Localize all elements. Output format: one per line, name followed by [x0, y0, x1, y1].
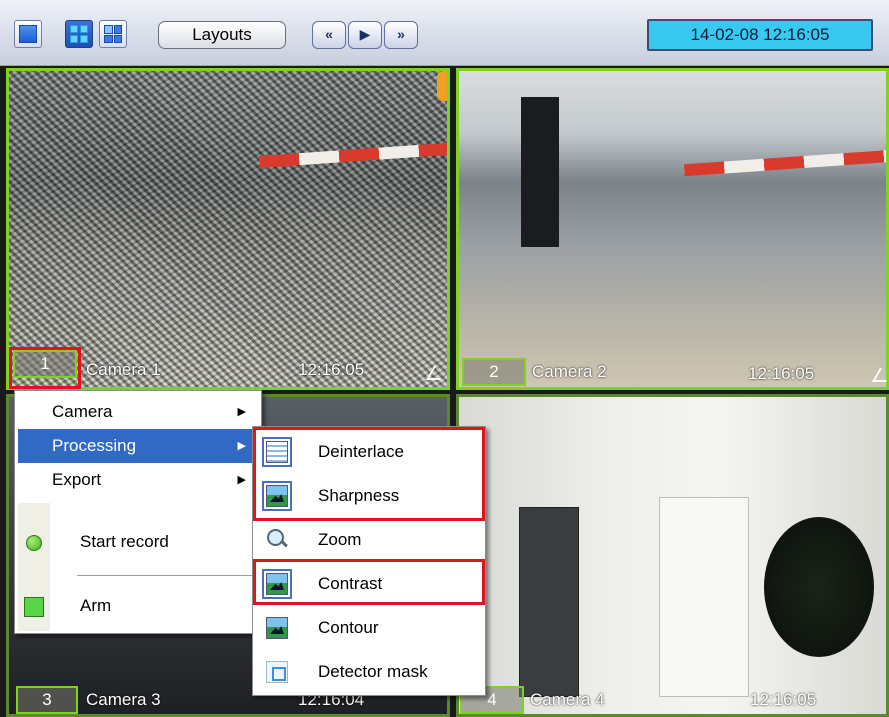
camera-2-time: 12:16:05 [748, 364, 815, 383]
plant [764, 517, 874, 657]
menu-item-zoom[interactable]: Zoom [256, 518, 482, 562]
single-view-layout-button[interactable] [14, 20, 42, 48]
menu-item-camera[interactable]: Camera ▶ [18, 395, 258, 429]
playback-navigation: « ▶ » [312, 21, 418, 49]
previous-button[interactable]: « [312, 21, 346, 49]
camera-2-view[interactable] [456, 68, 889, 390]
gate-post [521, 97, 559, 247]
speaker-icon [437, 71, 447, 101]
contrast-highlight [253, 559, 485, 605]
camera-context-menu: Camera ▶ Processing ▶ Export ▶ Start rec… [14, 390, 262, 634]
submenu-arrow-icon: ▶ [237, 440, 246, 452]
magnifier-icon [266, 529, 288, 551]
quad-grid-icon [70, 25, 88, 43]
menu-item-label: Zoom [318, 530, 362, 549]
camera-1-time: 12:16:05 [298, 360, 365, 379]
single-view-icon [19, 25, 37, 43]
menu-item-arm[interactable]: Arm [18, 587, 258, 625]
multi-grid-icon [104, 25, 122, 43]
menu-separator [77, 575, 255, 576]
menu-item-label: Detector mask [318, 662, 428, 681]
detector-mask-icon [266, 661, 288, 683]
menu-item-label: Camera [52, 402, 113, 421]
camera-4-label: Camera 4 [530, 690, 605, 709]
menu-item-detector-mask[interactable]: Detector mask [256, 650, 482, 694]
date-time-display: 14-02-08 12:16:05 [647, 19, 873, 51]
camera-2-label: Camera 2 [532, 362, 607, 381]
submenu-arrow-icon: ▶ [237, 406, 246, 418]
menu-item-label: Start record [80, 532, 169, 551]
doorway [519, 507, 579, 697]
camera-4-view[interactable] [456, 394, 889, 717]
camera-1-label: Camera 1 [86, 360, 161, 379]
toolbar: Layouts « ▶ » 14-02-08 12:16:05 [0, 0, 889, 66]
camera-2-number[interactable]: 2 [462, 358, 526, 386]
contour-icon [266, 617, 288, 639]
door [659, 497, 749, 697]
menu-item-label: Arm [80, 596, 112, 615]
multi-view-layout-button[interactable] [99, 20, 127, 48]
menu-item-export[interactable]: Export ▶ [18, 463, 258, 497]
menu-item-processing[interactable]: Processing ▶ [18, 429, 258, 463]
camera-4-time: 12:16:05 [750, 690, 817, 709]
deinterlace-sharpness-highlight [253, 427, 485, 521]
barrier-arm [683, 149, 886, 177]
next-button[interactable]: » [384, 21, 418, 49]
menu-item-label: Export [52, 470, 102, 489]
camera-1-highlight [9, 347, 81, 389]
menu-item-contour[interactable]: Contour [256, 606, 482, 650]
camera-3-label: Camera 3 [86, 690, 161, 709]
record-icon [26, 535, 42, 551]
menu-item-start-record[interactable]: Start record [18, 523, 258, 561]
quad-view-layout-button[interactable] [65, 20, 93, 48]
camera-3-number[interactable]: 3 [16, 686, 78, 714]
menu-item-label: Contour [318, 618, 379, 637]
play-button[interactable]: ▶ [348, 21, 382, 49]
layouts-button[interactable]: Layouts [158, 21, 286, 49]
camera-1-view[interactable] [6, 68, 450, 390]
menu-item-label: Processing [52, 436, 137, 455]
barrier-arm [258, 142, 447, 168]
submenu-arrow-icon: ▶ [237, 474, 246, 486]
arm-icon [24, 597, 44, 617]
